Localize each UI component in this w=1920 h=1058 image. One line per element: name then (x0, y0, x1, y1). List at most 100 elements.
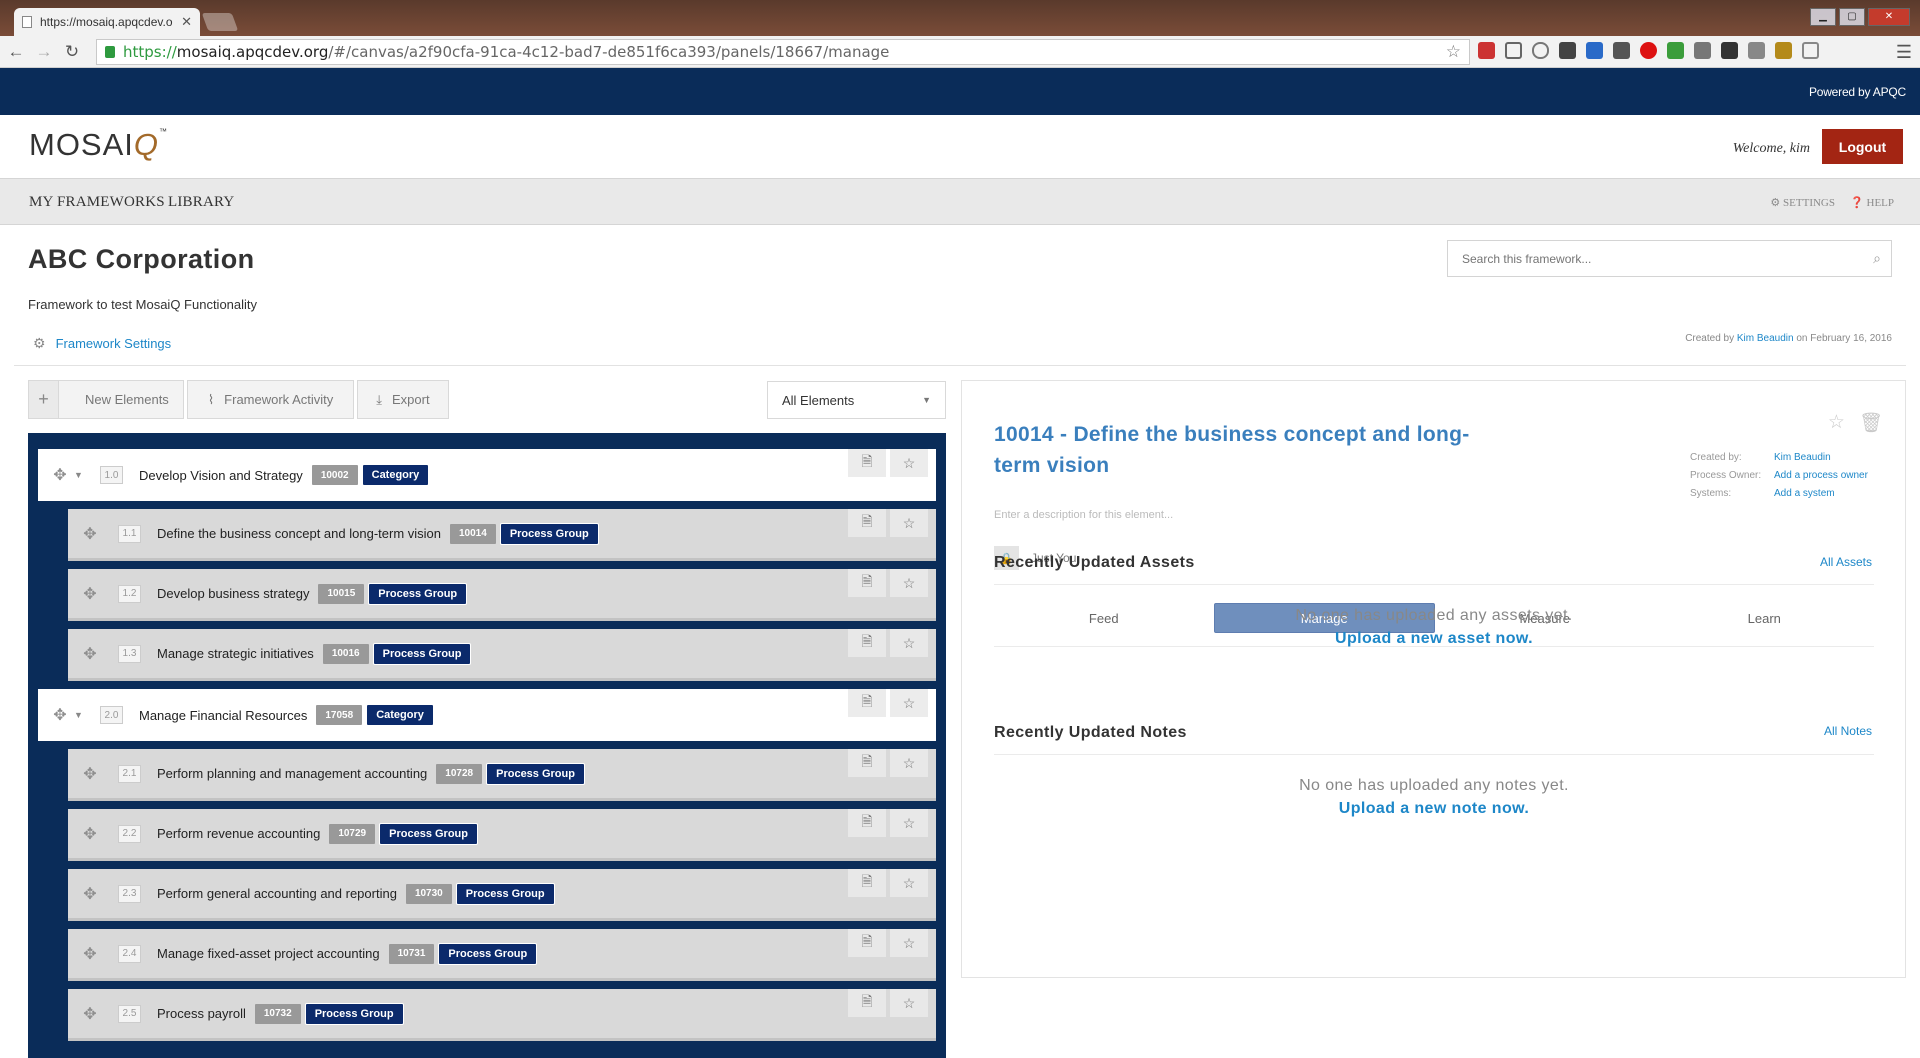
document-icon[interactable]: 🗎 (848, 749, 886, 777)
add-system-link[interactable]: Add a system (1774, 488, 1835, 499)
tree-process-group-row[interactable]: ✥ 1.3 Manage strategic initiatives 10016 Pro… (68, 629, 936, 681)
search-icon[interactable]: ⌕ (1863, 250, 1891, 267)
address-bar[interactable]: https:// mosaiq.apqcdev.org /#/canvas/a2… (96, 39, 1470, 65)
chevron-down-icon[interactable]: ▼ (74, 470, 90, 480)
star-icon[interactable]: ☆ (890, 629, 928, 657)
add-process-owner-link[interactable]: Add a process owner (1774, 470, 1868, 481)
star-icon[interactable]: ☆ (1828, 411, 1845, 435)
description-field[interactable]: Enter a description for this element... (994, 509, 1173, 521)
extension-icon[interactable] (1802, 42, 1819, 59)
star-icon[interactable]: ☆ (890, 869, 928, 897)
element-label[interactable]: Process payroll (157, 1006, 246, 1021)
star-icon[interactable]: ☆ (890, 689, 928, 717)
element-label[interactable]: Manage strategic initiatives (157, 646, 314, 661)
tree-process-group-row[interactable]: ✥ 1.1 Define the business concept and long… (68, 509, 936, 561)
element-label[interactable]: Develop Vision and Strategy (139, 468, 303, 483)
nav-my-frameworks[interactable]: MY FRAMEWORKS (29, 194, 165, 211)
star-icon[interactable]: ☆ (890, 989, 928, 1017)
extension-icon[interactable] (1667, 42, 1684, 59)
star-icon[interactable]: ☆ (890, 809, 928, 837)
framework-activity-button[interactable]: ⌇ Framework Activity (186, 380, 355, 419)
star-icon[interactable]: ☆ (890, 509, 928, 537)
tree-process-group-row[interactable]: ✥ 2.2 Perform revenue accounting 10729 Proce… (68, 809, 936, 861)
move-icon[interactable]: ✥ (80, 644, 100, 664)
mosaiq-logo[interactable]: MOSAIQ™ (29, 127, 168, 163)
trash-icon[interactable]: 🗑 (1859, 411, 1883, 435)
upload-asset-link[interactable]: Upload a new asset now. (994, 630, 1874, 648)
move-icon[interactable]: ✥ (80, 1004, 100, 1024)
extension-icon[interactable] (1586, 42, 1603, 59)
document-icon[interactable]: 🗎 (848, 809, 886, 837)
reload-icon[interactable]: ↻ (60, 42, 84, 62)
extension-icon[interactable] (1505, 42, 1522, 59)
chevron-down-icon[interactable]: ▼ (74, 710, 90, 720)
window-close-button[interactable]: ✕ (1868, 8, 1910, 26)
new-tab-button[interactable] (201, 13, 239, 31)
browser-tab[interactable]: https://mosaiq.apqcdev.o ✕ (14, 8, 200, 36)
document-icon[interactable]: 🗎 (848, 629, 886, 657)
element-label[interactable]: Define the business concept and long-ter… (157, 526, 441, 541)
document-icon[interactable]: 🗎 (848, 989, 886, 1017)
logout-button[interactable]: Logout (1822, 129, 1903, 164)
upload-note-link[interactable]: Upload a new note now. (994, 800, 1874, 818)
nav-settings[interactable]: ⚙ SETTINGS (1770, 196, 1835, 209)
bookmark-star-icon[interactable]: ☆ (1446, 42, 1461, 62)
extension-icon[interactable] (1640, 42, 1657, 59)
nav-library[interactable]: LIBRARY (168, 194, 234, 211)
back-icon[interactable]: ← (4, 42, 28, 62)
extension-icon[interactable] (1559, 42, 1576, 59)
minimize-button[interactable]: ▁ (1810, 8, 1836, 26)
element-label[interactable]: Manage fixed-asset project accounting (157, 946, 380, 961)
tree-category-row[interactable]: ✥ ▼ 2.0 Manage Financial Resources 17058 Cate… (38, 689, 936, 741)
move-icon[interactable]: ✥ (80, 584, 100, 604)
move-icon[interactable]: ✥ (80, 524, 100, 544)
tree-process-group-row[interactable]: ✥ 2.1 Perform planning and management acco… (68, 749, 936, 801)
extension-icon[interactable] (1694, 42, 1711, 59)
export-button[interactable]: ⤓ Export (357, 380, 449, 419)
star-icon[interactable]: ☆ (890, 749, 928, 777)
move-icon[interactable]: ✥ (50, 465, 70, 485)
extension-icon[interactable] (1478, 42, 1495, 59)
move-icon[interactable]: ✥ (50, 705, 70, 725)
element-filter-select[interactable]: All Elements ▼ (767, 381, 946, 419)
new-elements-button[interactable]: + New Elements (28, 380, 184, 419)
tab-close-icon[interactable]: ✕ (181, 14, 192, 30)
document-icon[interactable]: 🗎 (848, 689, 886, 717)
search-input[interactable] (1462, 251, 1863, 266)
element-label[interactable]: Manage Financial Resources (139, 708, 307, 723)
document-icon[interactable]: 🗎 (848, 449, 886, 477)
extension-icon[interactable] (1721, 42, 1738, 59)
element-label[interactable]: Perform general accounting and reporting (157, 886, 397, 901)
nav-help[interactable]: ❓ HELP (1850, 196, 1894, 209)
tree-process-group-row[interactable]: ✥ 2.3 Perform general accounting and repor… (68, 869, 936, 921)
cloud-icon[interactable] (1532, 42, 1549, 59)
document-icon[interactable]: 🗎 (848, 569, 886, 597)
tree-category-row[interactable]: ✥ ▼ 1.0 Develop Vision and Strategy 10002 Cat… (38, 449, 936, 501)
move-icon[interactable]: ✥ (80, 884, 100, 904)
all-assets-link[interactable]: All Assets (1820, 555, 1872, 569)
tree-process-group-row[interactable]: ✥ 1.2 Develop business strategy 10015 Proces… (68, 569, 936, 621)
extension-icon[interactable] (1613, 42, 1630, 59)
creator-link[interactable]: Kim Beaudin (1737, 333, 1794, 344)
move-icon[interactable]: ✥ (80, 824, 100, 844)
maximize-button[interactable]: ▢ (1839, 8, 1865, 26)
element-label[interactable]: Develop business strategy (157, 586, 309, 601)
star-icon[interactable]: ☆ (890, 929, 928, 957)
browser-menu-icon[interactable]: ☰ (1896, 42, 1912, 63)
document-icon[interactable]: 🗎 (848, 869, 886, 897)
forward-icon[interactable]: → (32, 42, 56, 62)
tree-process-group-row[interactable]: ✥ 2.4 Manage fixed-asset project accountin… (68, 929, 936, 981)
element-label[interactable]: Perform revenue accounting (157, 826, 320, 841)
document-icon[interactable]: 🗎 (848, 509, 886, 537)
star-icon[interactable]: ☆ (890, 569, 928, 597)
extension-icon[interactable] (1748, 42, 1765, 59)
meta-created-value[interactable]: Kim Beaudin (1774, 452, 1831, 463)
move-icon[interactable]: ✥ (80, 944, 100, 964)
star-icon[interactable]: ☆ (890, 449, 928, 477)
all-notes-link[interactable]: All Notes (1824, 724, 1872, 738)
document-icon[interactable]: 🗎 (848, 929, 886, 957)
move-icon[interactable]: ✥ (80, 764, 100, 784)
element-label[interactable]: Perform planning and management accounti… (157, 766, 427, 781)
tree-process-group-row[interactable]: ✥ 2.5 Process payroll 10732 Process Group 🗎 ☆ (68, 989, 936, 1041)
framework-settings-link[interactable]: ⚙ Framework Settings (33, 335, 171, 352)
